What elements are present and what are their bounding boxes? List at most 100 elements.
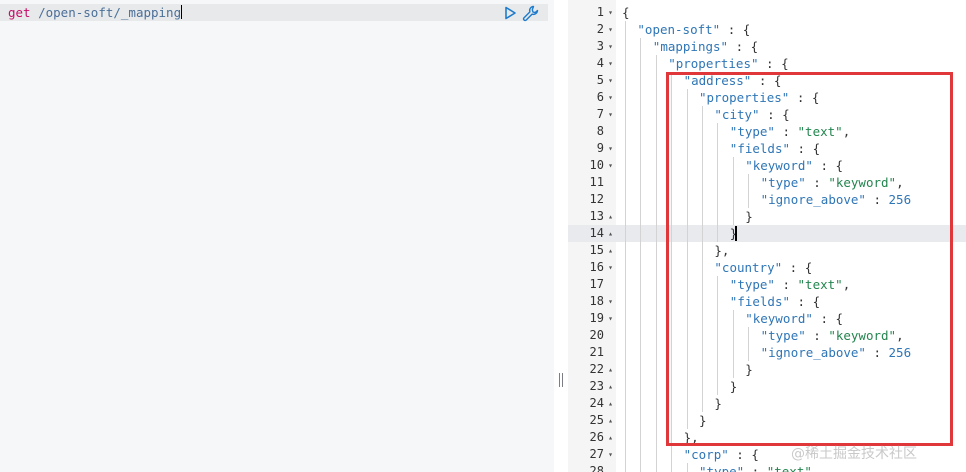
code-line: 16 ▾ "country" : { (568, 259, 966, 276)
code-line: 2 ▾ "open-soft" : { (568, 21, 966, 38)
code-line: 21 "ignore_above" : 256 (568, 344, 966, 361)
code-text: } (745, 209, 753, 224)
fold-expand-icon[interactable]: ▴ (606, 361, 615, 378)
code-line: 11 "type" : "keyword", (568, 174, 966, 191)
line-number: 27 (589, 447, 604, 461)
fold-expand-icon[interactable]: ▴ (606, 395, 615, 412)
fold-expand-icon[interactable]: ▴ (606, 242, 615, 259)
code-line: 12 "ignore_above" : 256 (568, 191, 966, 208)
console-app: get /open-soft/_mapping 1 ▾{2 ▾ "open-soft"… (0, 0, 966, 472)
fold-collapse-icon[interactable]: ▾ (606, 55, 615, 72)
code-text: } (745, 362, 753, 377)
fold-collapse-icon[interactable]: ▾ (606, 21, 615, 38)
code-text: "keyword" : { (745, 311, 844, 326)
watermark: @稀土掘金技术社区 (791, 446, 917, 462)
response-viewer[interactable]: 1 ▾{2 ▾ "open-soft" : {3 ▾ "mappings" : {4 ▾ "p… (568, 0, 966, 472)
fold-collapse-icon[interactable]: ▾ (606, 72, 615, 89)
line-number: 12 (589, 192, 604, 206)
fold-collapse-icon[interactable]: ▾ (606, 157, 615, 174)
line-number: 8 (596, 124, 604, 138)
code-line: 24 ▴} (568, 395, 966, 412)
code-text: "properties" : { (668, 56, 789, 71)
line-number: 3 (596, 39, 604, 53)
line-number: 18 (589, 294, 604, 308)
splitter-grip-icon[interactable] (557, 373, 565, 387)
line-number: 25 (589, 413, 604, 427)
code-text: "ignore_above" : 256 (760, 345, 912, 360)
code-line: 8 "type" : "text", (568, 123, 966, 140)
fold-collapse-icon[interactable]: ▾ (606, 310, 615, 327)
code-text: "fields" : { (729, 141, 821, 156)
code-text: } (729, 379, 738, 394)
code-text: }, (714, 243, 730, 258)
code-line: 13 ▴} (568, 208, 966, 225)
fold-expand-icon[interactable]: ▴ (606, 208, 615, 225)
code-text: "mappings" : { (652, 39, 759, 54)
code-text: "country" : { (714, 260, 813, 275)
fold-collapse-icon[interactable]: ▾ (606, 446, 615, 463)
code-text: "type" : "text", (699, 464, 820, 472)
fold-expand-icon[interactable]: ▴ (606, 412, 615, 429)
line-number: 5 (596, 73, 604, 87)
fold-collapse-icon[interactable]: ▾ (606, 140, 615, 157)
code-text: "type" : "text", (729, 277, 851, 292)
code-text: } (699, 413, 707, 428)
code-line: 18 ▾ "fields" : { (568, 293, 966, 310)
text-cursor (735, 226, 737, 241)
wrench-icon[interactable] (522, 5, 539, 22)
request-method: get (8, 5, 31, 20)
pane-splitter[interactable] (554, 0, 568, 472)
line-number: 22 (589, 362, 604, 376)
code-line: 20 "type" : "keyword", (568, 327, 966, 344)
fold-collapse-icon[interactable]: ▾ (606, 4, 615, 21)
code-line: 9 ▾ "fields" : { (568, 140, 966, 157)
code-text: "keyword" : { (745, 158, 844, 173)
line-number: 2 (596, 22, 604, 36)
code-line: 5 ▾ "address" : { (568, 72, 966, 89)
line-number: 28 (589, 464, 604, 472)
code-line: 3 ▾ "mappings" : { (568, 38, 966, 55)
fold-expand-icon[interactable]: ▴ (606, 378, 615, 395)
code-line: 23 ▴} (568, 378, 966, 395)
line-number: 7 (596, 107, 604, 121)
code-text: "corp" : { (683, 447, 759, 462)
request-line[interactable]: get /open-soft/_mapping (8, 4, 183, 21)
line-number: 10 (589, 158, 604, 172)
code-line: 1 ▾ { (568, 4, 966, 21)
line-number: 23 (589, 379, 604, 393)
line-number: 24 (589, 396, 604, 410)
code-text: "type" : "keyword", (760, 175, 904, 190)
code-text: "ignore_above" : 256 (760, 192, 912, 207)
line-number: 20 (589, 328, 604, 342)
code-line: 22 ▴} (568, 361, 966, 378)
line-number: 9 (596, 141, 604, 155)
code-text: "type" : "keyword", (760, 328, 904, 343)
code-text: "type" : "text", (729, 124, 851, 139)
fold-collapse-icon[interactable]: ▾ (606, 89, 615, 106)
fold-collapse-icon[interactable]: ▾ (606, 293, 615, 310)
fold-collapse-icon[interactable]: ▾ (606, 38, 615, 55)
code-text: "fields" : { (729, 294, 821, 309)
fold-collapse-icon[interactable]: ▾ (606, 106, 615, 123)
line-number: 17 (589, 277, 604, 291)
line-number: 11 (589, 175, 604, 189)
code-line: 7 ▾ "city" : { (568, 106, 966, 123)
code-line: 4 ▾ "properties" : { (568, 55, 966, 72)
request-editor[interactable]: get /open-soft/_mapping (0, 0, 554, 472)
fold-collapse-icon[interactable]: ▾ (606, 259, 615, 276)
code-text: { (622, 5, 630, 20)
play-triangle-icon[interactable] (503, 6, 517, 20)
fold-expand-icon[interactable]: ▴ (606, 429, 615, 446)
line-number: 16 (589, 260, 604, 274)
line-number: 14 (589, 226, 604, 240)
line-number: 13 (589, 209, 604, 223)
fold-expand-icon[interactable]: ▴ (606, 225, 615, 242)
code-text: "city" : { (714, 107, 790, 122)
line-number: 6 (596, 90, 604, 104)
code-line: 25 ▴} (568, 412, 966, 429)
code-text: } (714, 396, 722, 411)
request-path: /open-soft/_mapping (38, 5, 182, 20)
line-number: 26 (589, 430, 604, 444)
response-lines: 1 ▾{2 ▾ "open-soft" : {3 ▾ "mappings" : {4 ▾ "p… (568, 4, 966, 472)
code-text: "properties" : { (699, 90, 820, 105)
